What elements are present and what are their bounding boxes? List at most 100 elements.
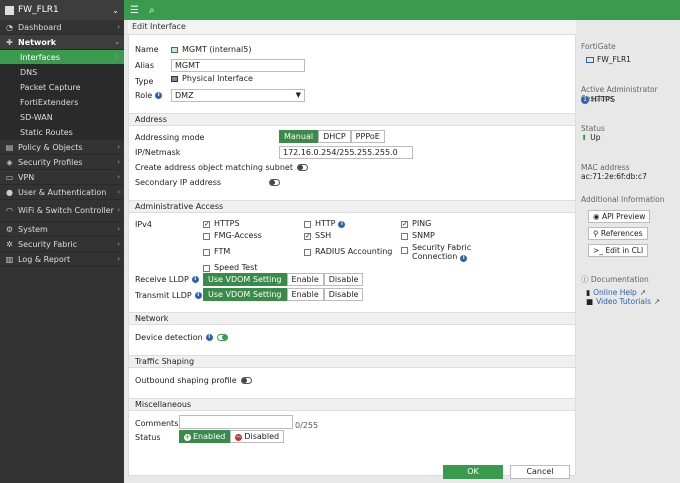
terminal-icon: >_: [593, 246, 604, 255]
cancel-button[interactable]: Cancel: [510, 465, 570, 479]
sidebar-item-static-routes[interactable]: Static Routes: [0, 125, 124, 140]
sessions-count-badge: 1: [581, 95, 589, 104]
addressing-pppoe-button[interactable]: PPPoE: [350, 130, 385, 143]
sessions-value: 1 HTTPS: [581, 95, 615, 104]
sidebar-item-security-profiles[interactable]: ◈ Security Profiles ›: [0, 155, 124, 170]
fortigate-device-icon: [586, 56, 594, 63]
sidebar-item-dashboard[interactable]: ◔ Dashboard ›: [0, 20, 124, 35]
transmit-lldp-vdom-button[interactable]: Use VDOM Setting: [203, 288, 287, 301]
access-ftm-checkbox[interactable]: FTM: [203, 248, 230, 256]
role-select[interactable]: DMZ ▼: [171, 89, 305, 102]
sidebar-item-security-fabric[interactable]: ✲ Security Fabric ›: [0, 237, 124, 252]
menu-icon[interactable]: ☰: [130, 5, 139, 16]
policy-icon: ▤: [5, 142, 14, 152]
arrow-up-icon: ⬆: [581, 133, 588, 142]
video-icon: ■: [586, 297, 594, 306]
references-button[interactable]: ⚲ References: [588, 227, 648, 240]
addressing-dhcp-button[interactable]: DHCP: [318, 130, 351, 143]
info-icon[interactable]: i: [191, 276, 199, 283]
outbound-shaping-toggle[interactable]: [240, 377, 252, 384]
outbound-shaping-row: Outbound shaping profile: [135, 376, 252, 385]
sidebar-item-log-report[interactable]: ▥ Log & Report ›: [0, 252, 124, 267]
status-value: ⬆ Up: [581, 133, 601, 142]
transmit-lldp-disable-button[interactable]: Disable: [323, 288, 364, 301]
vpn-icon: ▭: [5, 172, 14, 182]
status-enabled-button[interactable]: + Enabled: [179, 430, 231, 443]
system-icon: ⚙: [5, 224, 14, 234]
fabric-icon: ✲: [6, 239, 13, 249]
receive-lldp-enable-button[interactable]: Enable: [286, 273, 324, 286]
chevron-right-icon: ›: [117, 158, 120, 166]
transmit-lldp-enable-button[interactable]: Enable: [286, 288, 324, 301]
access-fmg-checkbox[interactable]: FMG-Access: [203, 232, 262, 240]
sidebar-item-label: Log & Report: [18, 254, 71, 264]
access-https-checkbox[interactable]: HTTPS: [203, 220, 240, 228]
chevron-right-icon: ›: [117, 206, 120, 214]
sidebar-item-user-authentication[interactable]: ● User & Authentication ›: [0, 185, 124, 200]
info-icon[interactable]: i: [205, 334, 213, 341]
info-icon[interactable]: i: [338, 220, 346, 228]
addressing-mode-group: Manual DHCP PPPoE: [279, 130, 385, 143]
sidebar-item-network[interactable]: ✚ Network ⌄: [0, 35, 124, 50]
section-administrative-access: Administrative Access: [129, 200, 575, 213]
alias-input[interactable]: MGMT: [171, 59, 305, 72]
create-address-toggle[interactable]: [296, 164, 308, 171]
sidebar-item-dns[interactable]: DNS: [0, 65, 124, 80]
info-icon[interactable]: i: [460, 255, 468, 262]
api-preview-button[interactable]: ◉ API Preview: [588, 210, 651, 223]
sidebar-item-vpn[interactable]: ▭ VPN ›: [0, 170, 124, 185]
secondary-ip-toggle[interactable]: [269, 179, 281, 186]
access-snmp-checkbox[interactable]: SNMP: [401, 232, 435, 240]
secondary-ip-row: Secondary IP address: [135, 178, 281, 187]
online-help-link[interactable]: ▮ Online Help ↗: [586, 288, 646, 297]
sidebar-item-interfaces[interactable]: Interfaces ☆: [0, 50, 124, 65]
receive-lldp-disable-button[interactable]: Disable: [323, 273, 364, 286]
access-speed-test-checkbox[interactable]: Speed Test: [203, 264, 257, 272]
access-radius-checkbox[interactable]: RADIUS Accounting: [304, 248, 392, 256]
sidebar-item-wifi-switch-controller[interactable]: ◠ WiFi & Switch Controller ›: [0, 200, 124, 222]
search-icon[interactable]: ⌕: [149, 5, 155, 16]
sidebar: FW_FLR1 ⌄ ◔ Dashboard › ✚ Network ⌄ Interfaces…: [0, 0, 124, 483]
documentation-title: ⓘ Documentation: [581, 275, 649, 284]
comments-textarea[interactable]: [179, 415, 293, 429]
video-tutorials-link[interactable]: ■ Video Tutorials ↗: [586, 297, 660, 306]
sidebar-item-policy-objects[interactable]: ▤ Policy & Objects ›: [0, 140, 124, 155]
access-security-fabric-checkbox[interactable]: Security Fabric Connection i: [401, 243, 471, 262]
device-selector[interactable]: FW_FLR1 ⌄: [0, 0, 124, 20]
status-disabled-button[interactable]: − Disabled: [230, 430, 285, 443]
access-ssh-checkbox[interactable]: SSH: [304, 232, 331, 240]
receive-lldp-label: Receive LLDP i: [135, 275, 199, 284]
device-detection-toggle[interactable]: [216, 334, 228, 341]
eye-icon: ◉: [593, 212, 600, 221]
link-icon: ⚲: [593, 229, 599, 238]
sidebar-item-label: Security Profiles: [18, 157, 83, 167]
chevron-right-icon: ›: [117, 240, 120, 248]
sidebar-item-packet-capture[interactable]: Packet Capture: [0, 80, 124, 95]
sidebar-item-fortiextenders[interactable]: FortiExtenders: [0, 95, 124, 110]
favorite-star-icon[interactable]: ☆: [114, 53, 120, 61]
ok-button[interactable]: OK: [443, 465, 503, 479]
name-value: MGMT (internal5): [171, 45, 251, 54]
info-icon[interactable]: i: [155, 92, 163, 99]
receive-lldp-vdom-button[interactable]: Use VDOM Setting: [203, 273, 287, 286]
edit-cli-button[interactable]: >_ Edit in CLI: [588, 244, 649, 257]
info-icon[interactable]: i: [194, 292, 202, 299]
access-http-checkbox[interactable]: HTTP i: [304, 220, 346, 228]
addressing-manual-button[interactable]: Manual: [279, 130, 319, 143]
access-ping-checkbox[interactable]: PING: [401, 220, 431, 228]
name-label: Name: [135, 45, 159, 54]
sidebar-item-sd-wan[interactable]: SD-WAN: [0, 110, 124, 125]
alias-label: Alias: [135, 61, 154, 70]
ip-netmask-input[interactable]: 172.16.0.254/255.255.255.0: [279, 146, 413, 159]
sidebar-item-label: WiFi & Switch Controller: [18, 206, 114, 215]
comments-label: Comments: [135, 419, 179, 428]
chevron-right-icon: ›: [117, 255, 120, 263]
sidebar-item-system[interactable]: ⚙ System ›: [0, 222, 124, 237]
log-icon: ▥: [5, 254, 14, 264]
book-icon: ▮: [586, 288, 591, 297]
chevron-right-icon: ›: [117, 173, 120, 181]
checkbox-checked-icon: [203, 220, 210, 228]
sidebar-item-label: Security Fabric: [18, 239, 78, 249]
status-title: Status: [581, 124, 605, 133]
edit-interface-form: Name MGMT (internal5) Alias MGMT Type Ph…: [128, 34, 576, 476]
